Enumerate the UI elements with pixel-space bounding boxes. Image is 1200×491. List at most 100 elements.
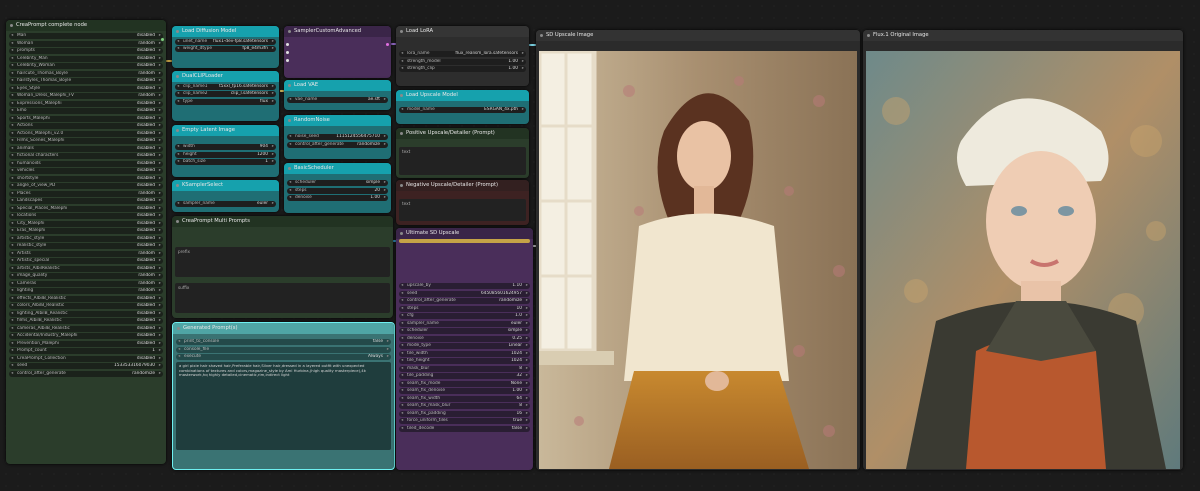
widget-type[interactable]: type flux (175, 98, 276, 105)
creaprompt-complete-node[interactable]: CreaPrompt complete node MandisabledWoma… (6, 20, 166, 464)
load-diffusion-model-node[interactable]: Load Diffusion Model unet_name flux1-dev-… (172, 26, 279, 68)
widget-sports-malephi[interactable]: Sports_Malephi disabled (9, 115, 163, 122)
widget-places[interactable]: Places random (9, 190, 163, 197)
basic-scheduler-node[interactable]: BasicScheduler scheduler simple steps 20 den… (284, 163, 391, 213)
widget-seam-fix-mask-blur[interactable]: seam_fix_mask_blur 8 (399, 403, 530, 409)
widget-seam-fix-mode[interactable]: seam_fix_mode None (399, 380, 530, 387)
widget-woman[interactable]: Woman random (9, 40, 163, 47)
widget-force-uniform-tiles[interactable]: force_uniform_tiles true (399, 418, 530, 424)
widget-eras-malephi[interactable]: Eras_Malephi disabled (9, 228, 163, 234)
widget-prevention-malephi[interactable]: Prevention_Malephi disabled (9, 340, 163, 347)
widget-scheduler[interactable]: scheduler simple (287, 180, 388, 186)
widget-artists[interactable]: Artists random (9, 250, 163, 257)
widget-seam-fix-denoise[interactable]: seam_fix_denoise 1.00 (399, 388, 530, 394)
sd-upscale-image-node[interactable]: SD Upscale Image (536, 30, 860, 470)
sampler-custom-advanced-node[interactable]: SamplerCustomAdvanced (284, 26, 391, 78)
generated-text-area[interactable]: a girl pixie hair shaved hair,Preferable… (176, 362, 391, 450)
creaprompt-multi-prompts-node[interactable]: CreaPrompt Multi Prompts prefix suffix (172, 216, 393, 318)
widget-fictional-characters[interactable]: fictional characters disabled (9, 153, 163, 159)
widget-console-file[interactable]: console_file (176, 346, 391, 353)
widget-cameras[interactable]: Cameras random (9, 280, 163, 287)
widget-unet-name[interactable]: unet_name flux1-dev-fp8.safetensors (175, 38, 276, 45)
widget-creaprompt-collection[interactable]: CreaPrompt_Collection disabled (9, 355, 163, 362)
widget-emo[interactable]: Emo disabled (9, 108, 163, 114)
positive-prompt-node[interactable]: Positive Upscale/Detailer (Prompt) text (396, 128, 529, 178)
widget-man[interactable]: Man disabled (9, 33, 163, 39)
widget-films-albilb-realistic[interactable]: films_AlbilB_Realistic disabled (9, 318, 163, 324)
input-slot[interactable] (286, 51, 289, 54)
widget-woman-dress-malephi-fv[interactable]: Woman_Dress_Malephi_FV random (9, 93, 163, 99)
widget-accidental-industry-malephi[interactable]: Accidental/Industry_Malephi disabled (9, 333, 163, 339)
positive-text-area[interactable]: text (399, 147, 526, 175)
input-slot[interactable] (286, 59, 289, 62)
widget-shortstyle[interactable]: shortstyle disabled (9, 175, 163, 182)
flux-original-image-node[interactable]: Flux.1 Original Image (863, 30, 1183, 470)
widget-seed[interactable]: seed 153353316079030 (9, 363, 163, 369)
widget-mask-blur[interactable]: mask_blur 8 (399, 365, 530, 372)
widget-model-name[interactable]: model_name ESRGAN_4x.pth (399, 107, 526, 113)
widget-city-malephi[interactable]: City_Malephi disabled (9, 220, 163, 227)
widget-print-to-console[interactable]: print_to_console false (176, 339, 391, 345)
generated-prompts-node[interactable]: Generated Prompt(s) print_to_console fals… (172, 322, 395, 470)
negative-text-area[interactable]: text (399, 199, 526, 221)
widget-haircute-thomas-boyle[interactable]: haircute_Thomas_Boyle random (9, 70, 163, 77)
widget-effects-albilb-realistic[interactable]: effects_AlbilB_Realistic disabled (9, 295, 163, 302)
widget-realistic-style[interactable]: realistic_style disabled (9, 243, 163, 249)
widget-hairstyles-thomas-boyle[interactable]: hairstyles_Thomas_Boyle disabled (9, 78, 163, 84)
widget-width[interactable]: width 904 (175, 144, 276, 150)
widget-locations[interactable]: locations disabled (9, 213, 163, 219)
widget-upscale-by[interactable]: upscale_by 1.10 (399, 283, 530, 289)
widget-prompt-count[interactable]: Prompt_count 1 (9, 348, 163, 354)
widget-vae-name[interactable]: vae_name ae.sft (287, 97, 388, 103)
widget-landscapes[interactable]: Landscapes disabled (9, 198, 163, 204)
widget-celebrity-man[interactable]: Celebrity_Man disabled (9, 55, 163, 62)
widget-tiled-decode[interactable]: tiled_decode false (399, 425, 530, 432)
dualclip-loader-node[interactable]: DualCLIPLoader clip_name1 t5xxl_fp16.safe… (172, 71, 279, 121)
widget-control-after-generate[interactable]: control_after_generate randomize (287, 141, 388, 148)
widget-scheduler[interactable]: scheduler simple (399, 328, 530, 334)
widget-denoise[interactable]: denoise 0.25 (399, 335, 530, 342)
widget-actions[interactable]: Actions disabled (9, 123, 163, 129)
widget-cameras-albilb-realistic[interactable]: cameras_AlbilB_Realistic disabled (9, 325, 163, 332)
widget-tile-padding[interactable]: tile_padding 32 (399, 373, 530, 379)
widget-seam-fix-width[interactable]: seam_fix_width 64 (399, 395, 530, 402)
widget-denoise[interactable]: denoise 1.00 (287, 195, 388, 201)
widget-clip-name1[interactable]: clip_name1 t5xxl_fp16.safetensors (175, 83, 276, 90)
widget-tile-height[interactable]: tile_height 1024 (399, 358, 530, 364)
widget-angle-of-view-pd[interactable]: angle_of_view_PD disabled (9, 183, 163, 189)
widget-strength-clip[interactable]: strength_clip 1.00 (399, 66, 526, 72)
widget-eyes-style[interactable]: Eyes_Style disabled (9, 85, 163, 92)
widget-control-after-generate[interactable]: control_after_generate randomize (9, 370, 163, 377)
widget-sampler-name[interactable]: sampler_name euler (399, 320, 530, 327)
widget-clip-name2[interactable]: clip_name2 clip_l.safetensors (175, 91, 276, 97)
widget-noise-seed[interactable]: noise_seed 1115124556475710 (287, 134, 388, 140)
widget-control-after-generate[interactable]: control_after_generate randomize (399, 298, 530, 304)
widget-seed[interactable]: seed 645085601624957 (399, 290, 530, 297)
output-slot[interactable] (161, 38, 164, 41)
widget-artists-albilrealistic[interactable]: artists_AlbilRealistic disabled (9, 265, 163, 272)
widget-sampler-name[interactable]: sampler_name euler (175, 201, 276, 207)
widget-prompts[interactable]: prompts disabled (9, 48, 163, 54)
widget-vehicles[interactable]: vehicles disabled (9, 168, 163, 174)
widget-lighting-albilb-realistic[interactable]: lighting_AlbilB_Realistic disabled (9, 310, 163, 317)
input-slot[interactable] (286, 43, 289, 46)
widget-lora-name[interactable]: lora_name flux_realism_lora.safetensors (399, 51, 526, 57)
widget-batch-size[interactable]: batch_size 1 (175, 159, 276, 165)
output-slot[interactable] (386, 43, 389, 46)
negative-prompt-node[interactable]: Negative Upscale/Detailer (Prompt) text (396, 180, 529, 225)
load-upscale-model-node[interactable]: Load Upscale Model model_name ESRGAN_4x.p… (396, 90, 529, 124)
widget-height[interactable]: height 1200 (175, 151, 276, 158)
widget-cfg[interactable]: cfg 1.0 (399, 313, 530, 319)
load-lora-node[interactable]: Load LoRA lora_name flux_realism_lora.saf… (396, 26, 529, 86)
widget-humanoids[interactable]: humanoids disabled (9, 160, 163, 167)
widget-artistic-special[interactable]: Artistic_special disabled (9, 258, 163, 264)
widget-colors-albilb-realistic[interactable]: colors_AlbilB_Realistic disabled (9, 303, 163, 309)
empty-latent-image-node[interactable]: Empty Latent Image width 904 height 1200 bat… (172, 125, 279, 177)
load-vae-node[interactable]: Load VAE vae_name ae.sft (284, 80, 391, 110)
widget-animals[interactable]: animals disabled (9, 145, 163, 152)
widget-actions-malephi-v2-0[interactable]: Actions_Malephi_v2.0 disabled (9, 130, 163, 137)
widget-steps[interactable]: steps 10 (399, 305, 530, 312)
widget-strength-model[interactable]: strength_model 1.00 (399, 58, 526, 65)
widget-artistic-style[interactable]: artistic_style disabled (9, 235, 163, 242)
widget-special-places-malephi[interactable]: Special_Places_Malephi disabled (9, 205, 163, 212)
